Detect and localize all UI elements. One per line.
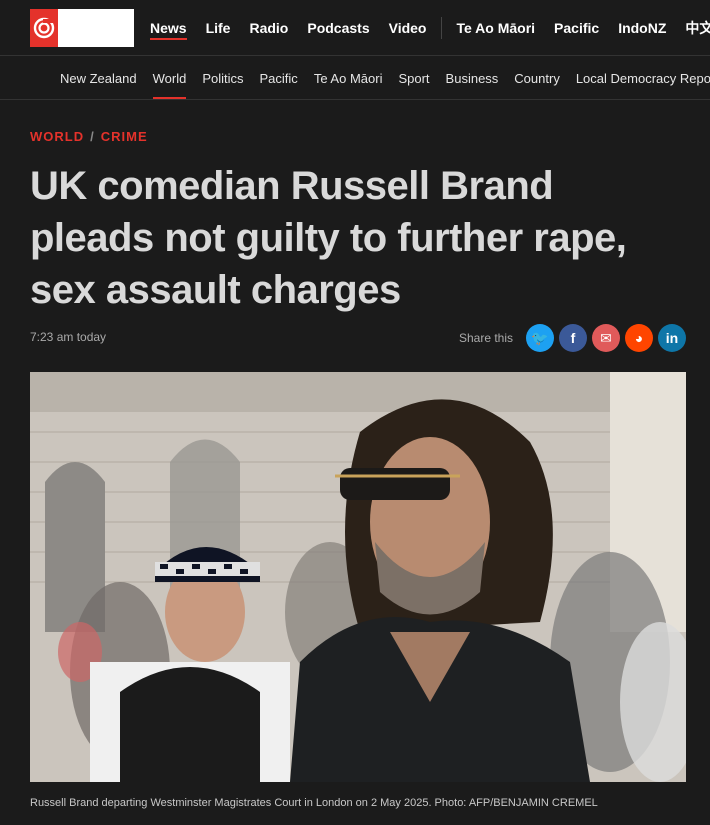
subnav-item-8[interactable]: Local Democracy Reporting [576, 57, 710, 99]
primary-nav: News Life Radio Podcasts Video Te Ao Māori Pac… [150, 0, 710, 56]
subnav-item-0[interactable]: New Zealand [60, 57, 137, 99]
subnav-item-2[interactable]: Politics [202, 57, 243, 99]
topnav-item-r2[interactable]: IndoNZ [618, 20, 666, 36]
subnav-item-4[interactable]: Te Ao Māori [314, 57, 383, 99]
category-link[interactable]: CRIME [101, 129, 148, 144]
section-nav: New Zealand World Politics Pacific Te Ao Māo… [0, 57, 710, 100]
email-icon[interactable]: ✉ [592, 324, 620, 352]
topnav-item-4[interactable]: Video [389, 20, 427, 36]
topnav-item-1[interactable]: Life [206, 20, 231, 36]
subnav-item-6[interactable]: Business [446, 57, 499, 99]
site-logo[interactable] [30, 9, 134, 47]
topnav-item-r1[interactable]: Pacific [554, 20, 599, 36]
subnav-item-7[interactable]: Country [514, 57, 560, 99]
article-kicker: WORLD / CRIME [30, 129, 148, 144]
topnav-item-3[interactable]: Podcasts [307, 20, 369, 36]
top-navigation-bar: News Life Radio Podcasts Video Te Ao Māori Pac… [0, 0, 710, 56]
share-bar: Share this 🐦 f ✉ ◕ in [459, 323, 686, 353]
article-timestamp: 7:23 am today [30, 330, 107, 344]
photo-caption: Russell Brand departing Westminster Magi… [30, 797, 598, 809]
share-label: Share this [458, 331, 513, 345]
facebook-icon[interactable]: f [559, 324, 587, 352]
topnav-divider [441, 17, 443, 39]
reddit-icon[interactable]: ◕ [625, 324, 653, 352]
article-headline: UK comedian Russell Brand pleads not gui… [30, 164, 627, 312]
article-photo [30, 372, 686, 782]
subnav-item-5[interactable]: Sport [398, 57, 429, 99]
kicker-separator: / [90, 129, 95, 144]
section-link[interactable]: WORLD [30, 129, 84, 144]
topnav-item-2[interactable]: Radio [249, 20, 288, 36]
topnav-item-r0[interactable]: Te Ao Māori [456, 20, 535, 36]
topnav-item-0[interactable]: News [150, 20, 187, 40]
subnav-item-3[interactable]: Pacific [260, 57, 298, 99]
subnav-item-1[interactable]: World [152, 57, 186, 99]
linkedin-icon[interactable]: in [658, 324, 686, 352]
topnav-item-r3[interactable]: 中文 [685, 18, 710, 38]
twitter-icon[interactable]: 🐦 [526, 324, 554, 352]
logo-mark-icon [30, 9, 58, 47]
